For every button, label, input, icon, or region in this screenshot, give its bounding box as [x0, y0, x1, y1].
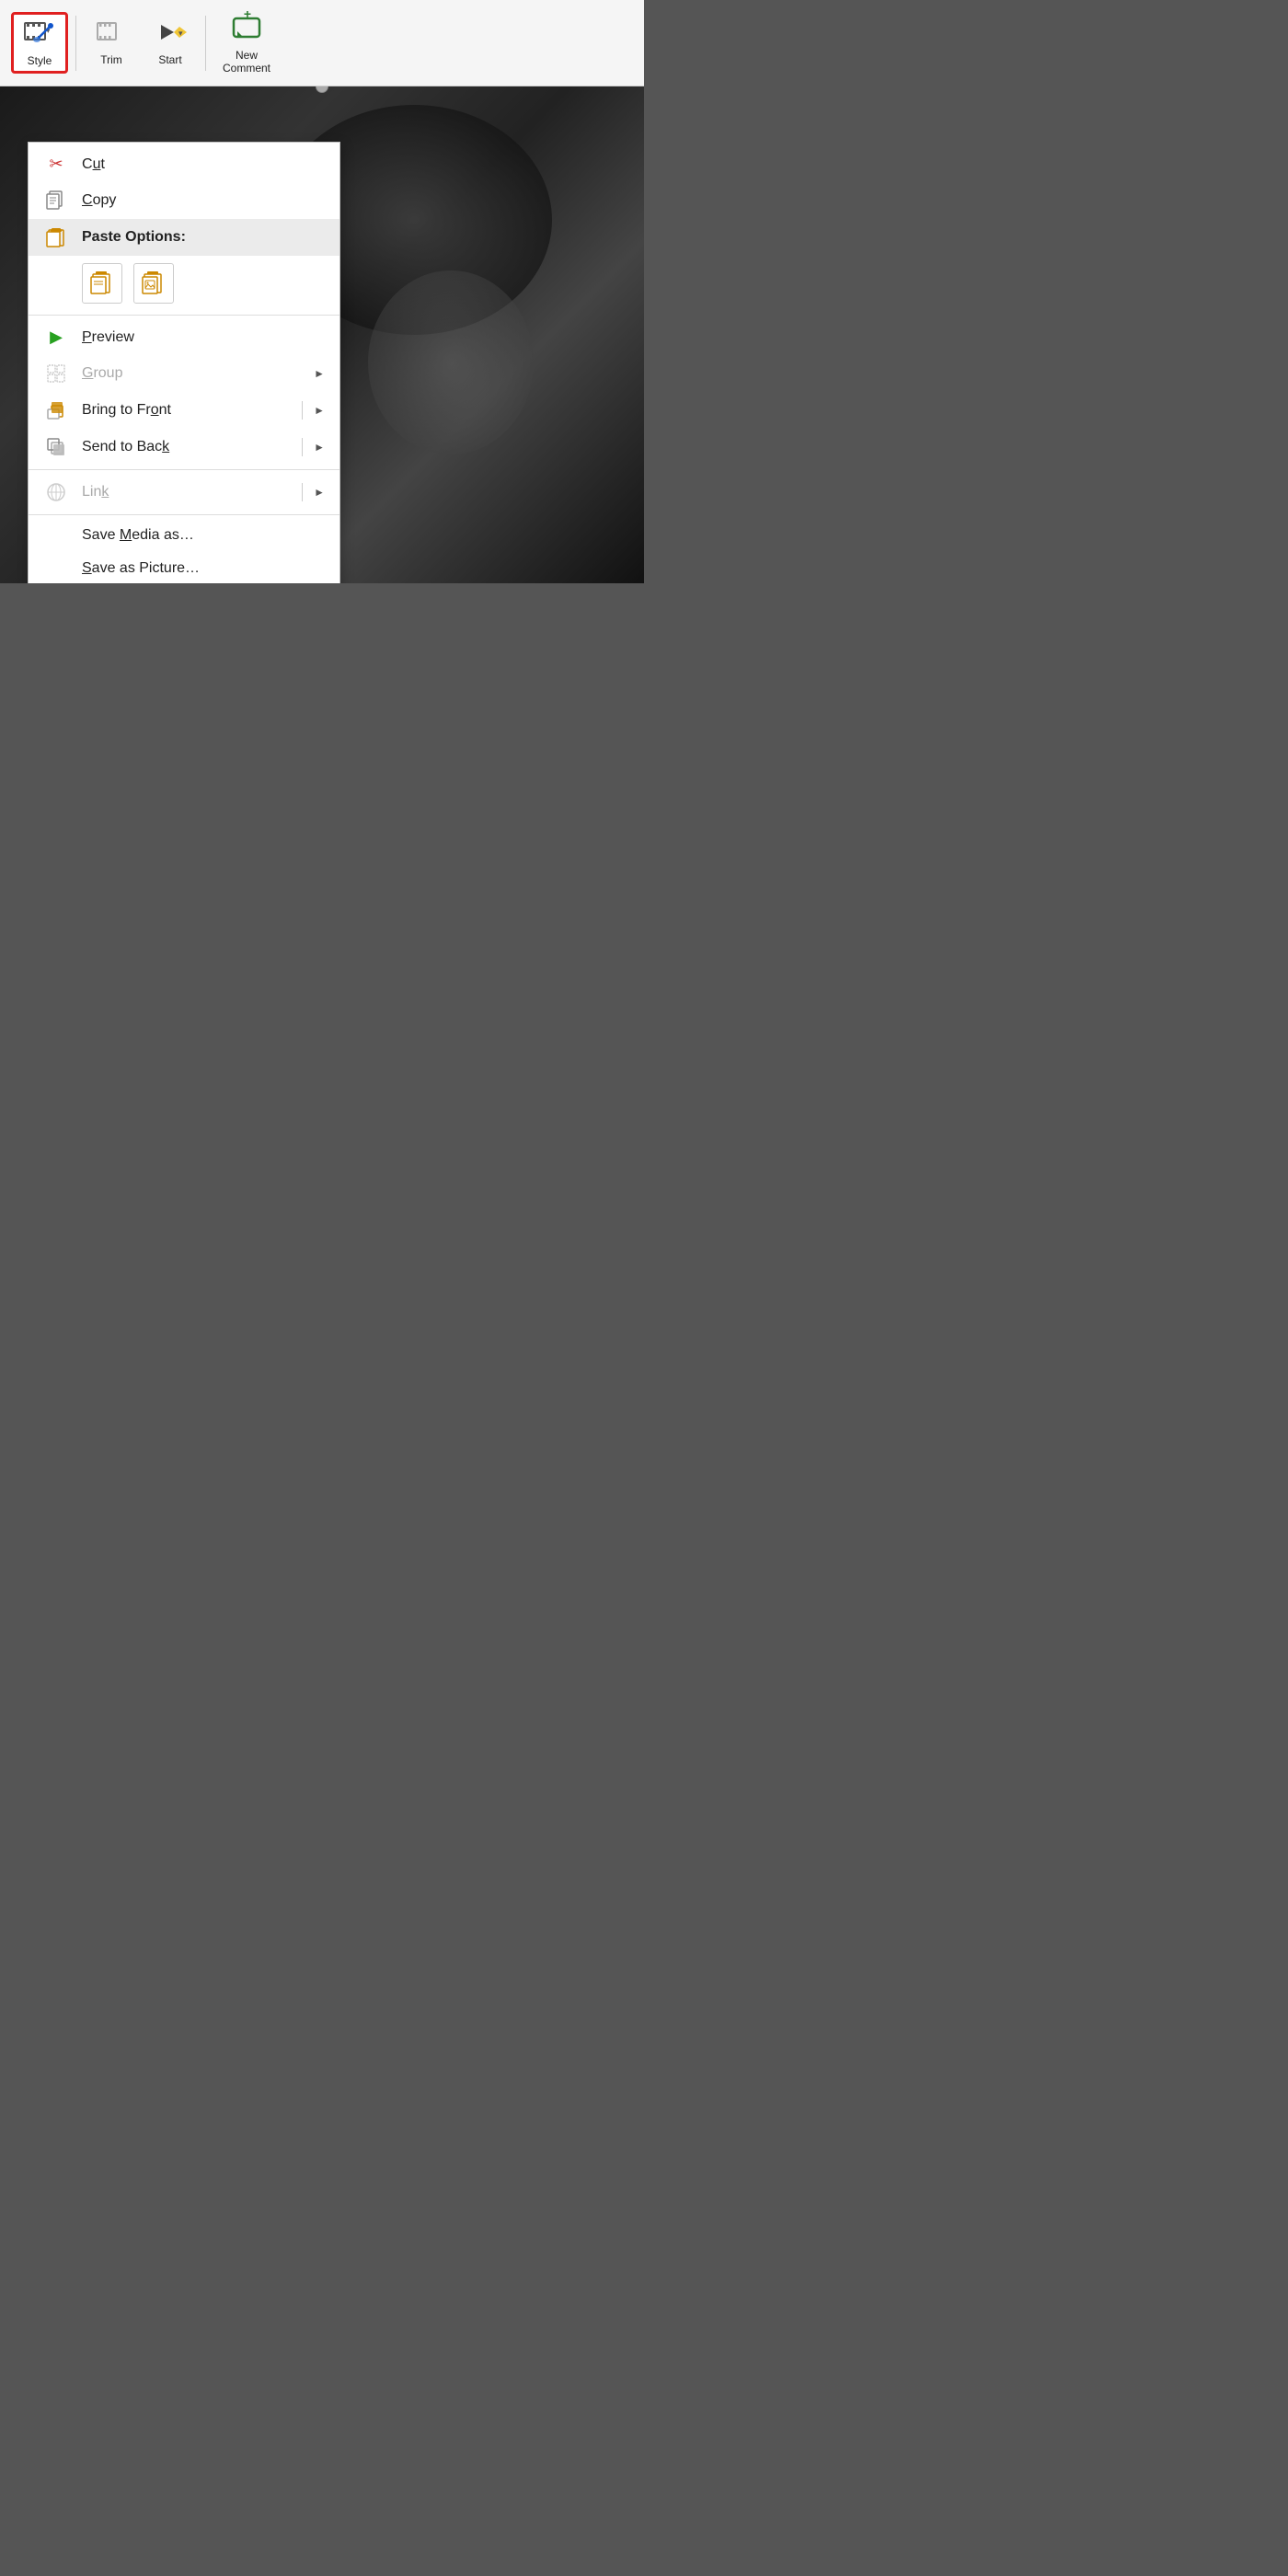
group-label: Group	[82, 365, 301, 382]
svg-text:▾: ▾	[178, 29, 183, 38]
svg-text:+: +	[244, 11, 251, 21]
copy-label: Copy	[82, 192, 325, 209]
separator-2	[29, 469, 339, 470]
paste-as-picture-button[interactable]	[133, 263, 174, 304]
link-divider	[302, 483, 303, 501]
menu-item-cut[interactable]: ✂ Cut	[29, 146, 339, 182]
ribbon-divider-2	[205, 16, 206, 71]
link-arrow: ►	[314, 486, 325, 499]
ribbon-new-comment-button[interactable]: + NewComment	[213, 7, 280, 78]
paste-icons-row	[29, 256, 339, 311]
style-icon: ▾	[23, 18, 56, 51]
paste-keep-source-button[interactable]	[82, 263, 122, 304]
paste-icon	[43, 227, 69, 247]
style-label: Style	[28, 54, 52, 67]
menu-item-save-media[interactable]: Save Media as…	[29, 519, 339, 552]
separator-3	[29, 514, 339, 515]
resize-handle[interactable]	[316, 86, 328, 93]
ribbon-style-button[interactable]: ▾ Style	[11, 12, 68, 74]
cut-label: Cut	[82, 156, 325, 173]
bring-to-front-icon	[43, 400, 69, 420]
ribbon-trim-button[interactable]: Trim	[84, 16, 139, 70]
menu-item-send-to-back[interactable]: Send to Back ►	[29, 429, 339, 466]
bring-to-front-label: Bring to Front	[82, 402, 301, 419]
preview-label: Preview	[82, 329, 325, 346]
send-to-back-arrow: ►	[314, 441, 325, 454]
menu-item-save-picture[interactable]: Save as Picture…	[29, 552, 339, 583]
link-icon	[43, 482, 69, 502]
bring-front-divider	[302, 401, 303, 420]
link-label: Link	[82, 484, 301, 500]
trim-label: Trim	[100, 53, 122, 66]
new-comment-label: NewComment	[223, 49, 270, 75]
separator-1	[29, 315, 339, 316]
cut-icon: ✂	[43, 155, 69, 174]
canvas-area: ✂ Cut Copy	[0, 86, 644, 583]
copy-icon	[43, 190, 69, 211]
preview-icon: ▶	[43, 328, 69, 347]
menu-item-bring-to-front[interactable]: Bring to Front ►	[29, 392, 339, 429]
send-to-back-icon	[43, 437, 69, 457]
ribbon-start-button[interactable]: ▾ Start	[143, 16, 198, 70]
send-to-back-label: Send to Back	[82, 439, 301, 455]
menu-item-paste-options[interactable]: Paste Options:	[29, 219, 339, 256]
start-icon: ▾	[154, 19, 187, 50]
menu-item-preview[interactable]: ▶ Preview	[29, 319, 339, 355]
bring-to-front-arrow: ►	[314, 404, 325, 417]
context-menu: ✂ Cut Copy	[28, 142, 340, 583]
ribbon-toolbar: ▾ Style Trim	[0, 0, 644, 86]
menu-item-copy[interactable]: Copy	[29, 182, 339, 219]
new-comment-icon: +	[230, 11, 263, 45]
start-label: Start	[158, 53, 181, 66]
group-icon	[43, 363, 69, 384]
save-picture-label: Save as Picture…	[82, 560, 325, 577]
menu-item-group[interactable]: Group ►	[29, 355, 339, 392]
trim-icon	[97, 19, 126, 50]
paste-options-label: Paste Options:	[82, 229, 325, 246]
save-media-label: Save Media as…	[82, 527, 325, 544]
ribbon-divider-1	[75, 16, 76, 71]
menu-item-link[interactable]: Link ►	[29, 474, 339, 511]
group-arrow: ►	[314, 367, 325, 380]
send-back-divider	[302, 438, 303, 456]
